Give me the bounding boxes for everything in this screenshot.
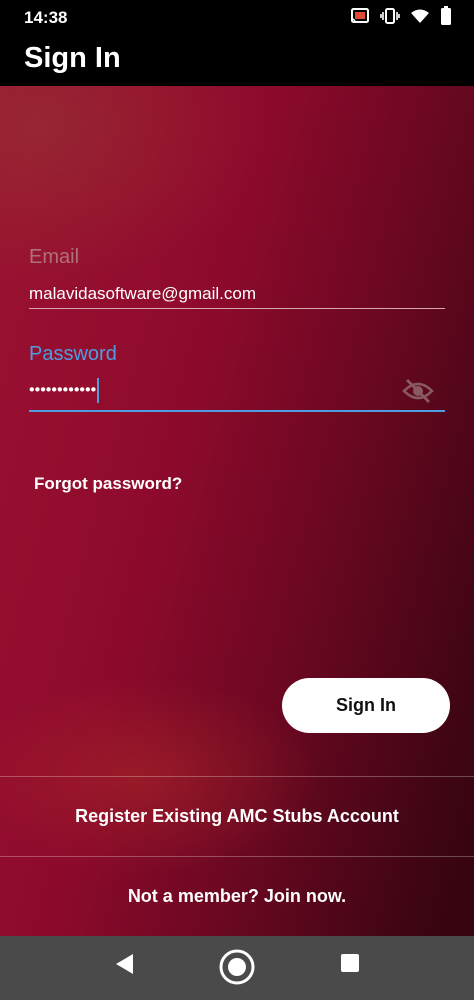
app-bar: Sign In bbox=[0, 36, 474, 86]
navigation-bar bbox=[0, 936, 474, 1000]
status-icons bbox=[350, 6, 452, 26]
join-now-link[interactable]: Not a member? Join now. bbox=[0, 857, 474, 936]
email-underline bbox=[29, 308, 445, 309]
register-amc-stubs-link[interactable]: Register Existing AMC Stubs Account bbox=[0, 777, 474, 856]
page-title: Sign In bbox=[24, 42, 121, 74]
sign-in-form: Email malavidasoftware@gmail.com Passwor… bbox=[0, 86, 474, 936]
home-icon[interactable] bbox=[218, 948, 256, 991]
password-field[interactable]: •••••••••••• bbox=[29, 378, 100, 403]
password-label: Password bbox=[29, 343, 117, 365]
email-label: Email bbox=[29, 246, 80, 268]
text-cursor bbox=[97, 378, 100, 403]
cast-icon bbox=[350, 7, 370, 25]
battery-icon bbox=[440, 6, 452, 26]
back-icon[interactable] bbox=[113, 952, 135, 981]
wifi-icon bbox=[410, 7, 430, 25]
password-masked-value: •••••••••••• bbox=[29, 381, 97, 399]
forgot-password-link[interactable]: Forgot password? bbox=[34, 474, 182, 494]
eye-off-icon[interactable] bbox=[402, 378, 434, 409]
status-bar: 14:38 bbox=[0, 0, 474, 36]
sign-in-button[interactable]: Sign In bbox=[282, 678, 450, 733]
password-underline bbox=[29, 410, 445, 412]
email-field[interactable]: malavidasoftware@gmail.com bbox=[29, 284, 256, 304]
vibrate-icon bbox=[380, 7, 400, 25]
status-time: 14:38 bbox=[24, 8, 68, 27]
recents-icon[interactable] bbox=[340, 952, 360, 979]
